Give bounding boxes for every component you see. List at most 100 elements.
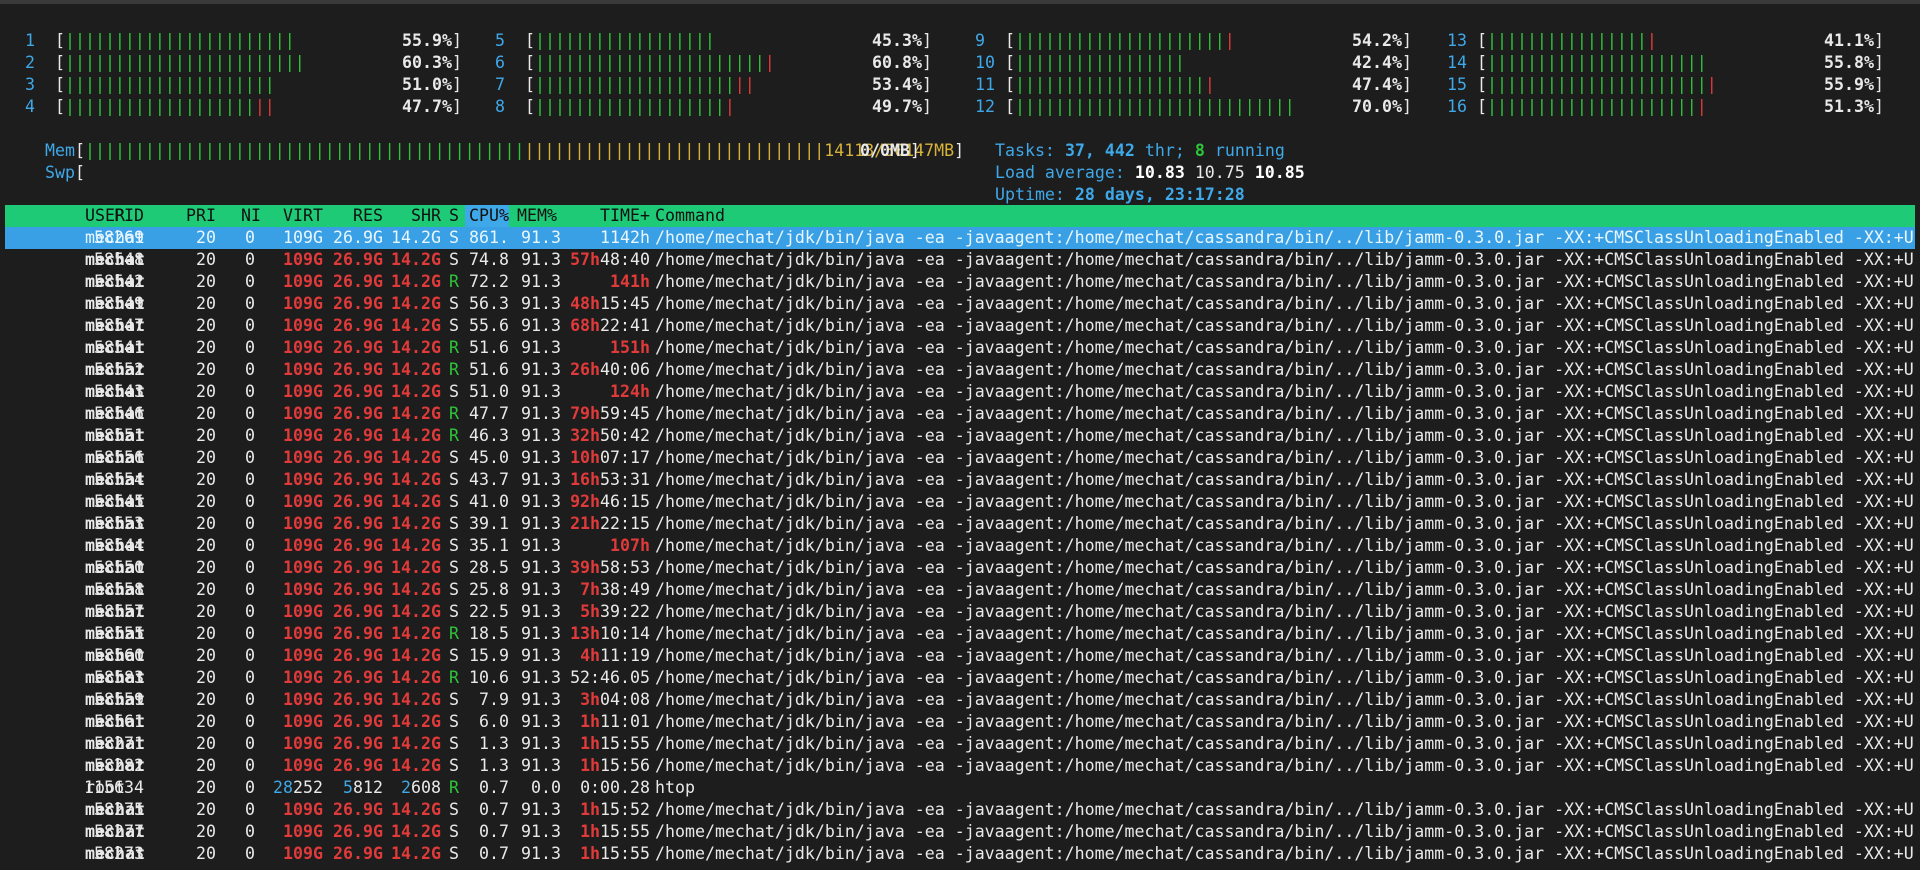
table-row[interactable]: 58544 mechat 20 0 109G 26.9G 14.2G S 35.1 91.3 107… bbox=[5, 535, 1915, 557]
mem-cell: 91.3 bbox=[521, 470, 561, 489]
col-ni[interactable]: NI bbox=[241, 205, 261, 227]
col-mem[interactable]: MEM% bbox=[517, 205, 561, 227]
state-cell: R bbox=[449, 404, 459, 423]
col-res[interactable]: RES bbox=[327, 205, 383, 227]
table-row[interactable]: 58555 mechat 20 0 109G 26.9G 14.2G R 18.5 91.3 13h… bbox=[5, 623, 1915, 645]
mem-cell: 91.3 bbox=[521, 338, 561, 357]
col-user[interactable]: USER bbox=[85, 205, 125, 227]
state-cell: S bbox=[449, 602, 459, 621]
pri-cell: 20 bbox=[196, 668, 216, 687]
pri-cell: 20 bbox=[196, 646, 216, 665]
process-table-header[interactable]: PID USER PRI NI VIRT RES SHR S CPU% MEM%… bbox=[5, 205, 1915, 227]
shr-cell: 14.2G bbox=[391, 492, 441, 511]
pri-cell: 20 bbox=[196, 558, 216, 577]
col-command[interactable]: Command bbox=[655, 205, 725, 227]
virt-cell: 109G bbox=[283, 382, 323, 401]
cpu-cell: 41.0 bbox=[469, 492, 509, 511]
time-cell: 13h10:14 bbox=[570, 624, 650, 643]
shr-cell: 14.2G bbox=[391, 668, 441, 687]
col-shr[interactable]: SHR bbox=[387, 205, 441, 227]
table-row[interactable]: 58558 mechat 20 0 109G 26.9G 14.2G S 25.8 91.3 7h3… bbox=[5, 579, 1915, 601]
virt-cell: 109G bbox=[283, 580, 323, 599]
table-row[interactable]: 58275 mechat 20 0 109G 26.9G 14.2G S 0.7 91.3 1h15… bbox=[5, 799, 1915, 821]
virt-cell: 109G bbox=[283, 756, 323, 775]
cpu-meter-7: 7 [|||||||||||||||||||||| bbox=[495, 75, 755, 94]
table-row[interactable]: 58549 mechat 20 0 109G 26.9G 14.2G S 56.3 91.3 48h… bbox=[5, 293, 1915, 315]
ni-cell: 0 bbox=[245, 756, 255, 775]
state-cell: S bbox=[449, 646, 459, 665]
table-row[interactable]: 58545 mechat 20 0 109G 26.9G 14.2G S 41.0 91.3 92h… bbox=[5, 491, 1915, 513]
table-row[interactable]: 58557 mechat 20 0 109G 26.9G 14.2G S 22.5 91.3 5h3… bbox=[5, 601, 1915, 623]
cpu-label: 11 bbox=[975, 75, 1005, 94]
res-cell: 26.9G bbox=[333, 646, 383, 665]
virt-cell: 109G bbox=[283, 514, 323, 533]
shr-cell: 14.2G bbox=[391, 558, 441, 577]
cpu-meter-12: 12 [|||||||||||||||||||||||||||| bbox=[975, 97, 1295, 116]
res-cell: 26.9G bbox=[333, 360, 383, 379]
table-row[interactable]: 58553 mechat 20 0 109G 26.9G 14.2G S 39.1 91.3 21h… bbox=[5, 513, 1915, 535]
virt-cell: 109G bbox=[283, 712, 323, 731]
cpu-bar-green: ||||||||||||||||||| bbox=[534, 97, 725, 116]
shr-cell: 2608 bbox=[401, 778, 441, 797]
virt-cell: 109G bbox=[283, 602, 323, 621]
col-time[interactable]: TIME+ bbox=[560, 205, 650, 227]
table-row[interactable]: 58282 mechat 20 0 109G 26.9G 14.2G S 1.3 91.3 1h15… bbox=[5, 755, 1915, 777]
cpu-meter-3: 3 [||||||||||||||||||||| bbox=[25, 75, 275, 94]
res-cell: 26.9G bbox=[333, 756, 383, 775]
table-row[interactable]: 58273 mechat 20 0 109G 26.9G 14.2G S 0.7 91.3 1h15… bbox=[5, 843, 1915, 865]
col-state[interactable]: S bbox=[449, 205, 459, 227]
ni-cell: 0 bbox=[245, 470, 255, 489]
table-row[interactable]: 58546 mechat 20 0 109G 26.9G 14.2G R 47.7 91.3 79h… bbox=[5, 403, 1915, 425]
table-row[interactable]: 58543 mechat 20 0 109G 26.9G 14.2G S 51.0 91.3 124… bbox=[5, 381, 1915, 403]
table-row-selected[interactable]: 58269 mechat 20 0 109G 26.9G 14.2G S 861. 91.3 114… bbox=[5, 227, 1915, 249]
col-virt[interactable]: VIRT bbox=[267, 205, 323, 227]
cpu-cell: 6.0 bbox=[479, 712, 509, 731]
pri-cell: 20 bbox=[196, 316, 216, 335]
cpu-label: 4 bbox=[25, 97, 55, 116]
table-row[interactable]: 58554 mechat 20 0 109G 26.9G 14.2G S 43.7 91.3 16h… bbox=[5, 469, 1915, 491]
cpu-percent: 54.2%] bbox=[1352, 31, 1412, 50]
pri-cell: 20 bbox=[196, 514, 216, 533]
table-row[interactable]: 58277 mechat 20 0 109G 26.9G 14.2G S 0.7 91.3 1h15… bbox=[5, 821, 1915, 843]
mem-cell: 91.3 bbox=[521, 316, 561, 335]
table-row[interactable]: 58560 mechat 20 0 109G 26.9G 14.2G S 15.9 91.3 4h1… bbox=[5, 645, 1915, 667]
command-cell: /home/mechat/jdk/bin/java -ea -javaagent… bbox=[655, 756, 1914, 775]
table-row[interactable]: 58559 mechat 20 0 109G 26.9G 14.2G S 7.9 91.3 3h04… bbox=[5, 689, 1915, 711]
virt-cell: 109G bbox=[283, 844, 323, 863]
table-row[interactable]: 58541 mechat 20 0 109G 26.9G 14.2G R 51.6 91.3 151… bbox=[5, 337, 1915, 359]
cpu-cell: 46.3 bbox=[469, 426, 509, 445]
table-row[interactable]: 58548 mechat 20 0 109G 26.9G 14.2G S 74.8 91.3 57h… bbox=[5, 249, 1915, 271]
shr-cell: 14.2G bbox=[391, 404, 441, 423]
res-cell: 26.9G bbox=[333, 316, 383, 335]
table-row[interactable]: 58583 mechat 20 0 109G 26.9G 14.2G R 10.6 91.3 52:… bbox=[5, 667, 1915, 689]
mem-cell: 91.3 bbox=[521, 426, 561, 445]
cpu-cell: 28.5 bbox=[469, 558, 509, 577]
command-cell: /home/mechat/jdk/bin/java -ea -javaagent… bbox=[655, 448, 1914, 467]
col-pri[interactable]: PRI bbox=[183, 205, 216, 227]
table-row[interactable]: 58551 mechat 20 0 109G 26.9G 14.2G R 46.3 91.3 32h… bbox=[5, 425, 1915, 447]
table-row[interactable]: 58271 mechat 20 0 109G 26.9G 14.2G S 1.3 91.3 1h15… bbox=[5, 733, 1915, 755]
table-row[interactable]: 58542 mechat 20 0 109G 26.9G 14.2G R 72.2 91.3 141… bbox=[5, 271, 1915, 293]
mem-cell: 91.3 bbox=[521, 734, 561, 753]
cpu-meter-8: 8 [|||||||||||||||||||| bbox=[495, 97, 735, 116]
table-row[interactable]: 115634 root 20 0 28252 5812 2608 R 0.7 0.0 0:00.28… bbox=[5, 777, 1915, 799]
mem-cell: 91.3 bbox=[521, 712, 561, 731]
table-row[interactable]: 58547 mechat 20 0 109G 26.9G 14.2G S 55.6 91.3 68h… bbox=[5, 315, 1915, 337]
user-cell: mechat bbox=[85, 712, 145, 731]
time-cell: 10h07:17 bbox=[570, 448, 650, 467]
mem-cell: 91.3 bbox=[521, 382, 561, 401]
virt-cell: 109G bbox=[283, 492, 323, 511]
load-average: Load average: 10.83 10.75 10.85 bbox=[994, 163, 1305, 182]
table-row[interactable]: 58552 mechat 20 0 109G 26.9G 14.2G R 51.6 91.3 26h… bbox=[5, 359, 1915, 381]
cpu-bar-green: |||||||||||||||||||||| bbox=[1486, 75, 1707, 94]
shr-cell: 14.2G bbox=[391, 712, 441, 731]
table-row[interactable]: 58556 mechat 20 0 109G 26.9G 14.2G S 45.0 91.3 10h… bbox=[5, 447, 1915, 469]
cpu-percent: 47.7%] bbox=[402, 97, 462, 116]
res-cell: 26.9G bbox=[333, 624, 383, 643]
table-row[interactable]: 58550 mechat 20 0 109G 26.9G 14.2G S 28.5 91.3 39h… bbox=[5, 557, 1915, 579]
ni-cell: 0 bbox=[245, 426, 255, 445]
col-cpu-sorted[interactable]: CPU% bbox=[465, 205, 509, 227]
mem-cell: 91.3 bbox=[521, 580, 561, 599]
table-row[interactable]: 58561 mechat 20 0 109G 26.9G 14.2G S 6.0 91.3 1h11… bbox=[5, 711, 1915, 733]
mem-cell: 91.3 bbox=[521, 558, 561, 577]
